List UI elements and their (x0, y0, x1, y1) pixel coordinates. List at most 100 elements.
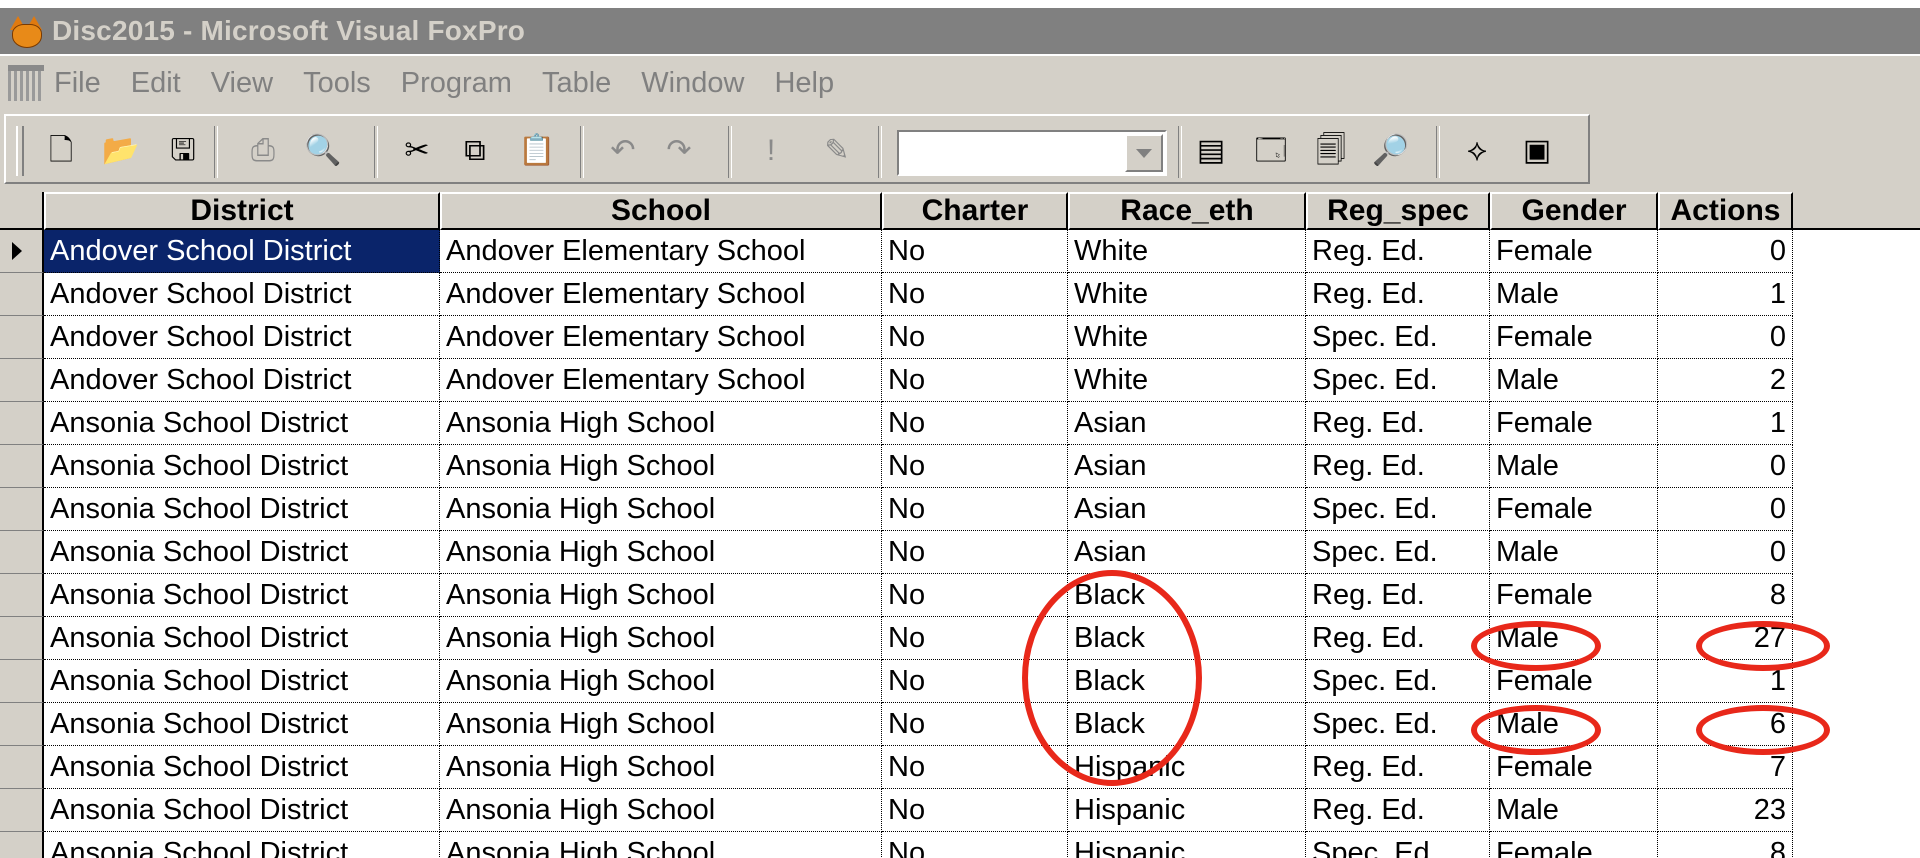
column-header-charter[interactable]: Charter (882, 192, 1068, 230)
paste-icon[interactable]: 📋 (518, 132, 556, 170)
cell-reg-spec[interactable]: Reg. Ed. (1306, 402, 1490, 445)
cell-charter[interactable]: No (882, 230, 1068, 273)
table-row[interactable]: Ansonia School District Ansonia High Scho… (0, 445, 1793, 488)
column-header-race-eth[interactable]: Race_eth (1068, 192, 1306, 230)
copy-icon[interactable]: ⧉ (456, 132, 494, 170)
cell-actions[interactable]: 27 (1658, 617, 1793, 660)
cell-school[interactable]: Ansonia High School (440, 746, 882, 789)
cell-race-eth[interactable]: Hispanic (1068, 789, 1306, 832)
print-preview-icon[interactable]: 🔍 (304, 132, 342, 170)
cell-reg-spec[interactable]: Reg. Ed. (1306, 230, 1490, 273)
cell-district[interactable]: Ansonia School District (44, 617, 440, 660)
menu-view[interactable]: View (211, 67, 273, 100)
column-header-school[interactable]: School (440, 192, 882, 230)
cell-actions[interactable]: 0 (1658, 488, 1793, 531)
cell-charter[interactable]: No (882, 746, 1068, 789)
open-folder-icon[interactable]: 📂 (102, 132, 140, 170)
window-control-icon[interactable] (8, 65, 44, 101)
cell-reg-spec[interactable]: Spec. Ed. (1306, 660, 1490, 703)
cell-reg-spec[interactable]: Reg. Ed. (1306, 574, 1490, 617)
cell-race-eth[interactable]: Asian (1068, 488, 1306, 531)
cell-actions[interactable]: 1 (1658, 660, 1793, 703)
cell-school[interactable]: Ansonia High School (440, 574, 882, 617)
cell-charter[interactable]: No (882, 316, 1068, 359)
cell-school[interactable]: Ansonia High School (440, 617, 882, 660)
row-selector[interactable] (0, 746, 44, 789)
table-row[interactable]: Ansonia School District Ansonia High Scho… (0, 617, 1793, 660)
cut-icon[interactable]: ✂ (398, 132, 436, 170)
menu-help[interactable]: Help (774, 67, 834, 100)
cell-district[interactable]: Ansonia School District (44, 488, 440, 531)
table-row[interactable]: Ansonia School District Ansonia High Scho… (0, 574, 1793, 617)
toolbar-combo-box[interactable] (897, 130, 1167, 176)
cell-actions[interactable]: 0 (1658, 316, 1793, 359)
cell-reg-spec[interactable]: Spec. Ed. (1306, 488, 1490, 531)
cell-gender[interactable]: Male (1490, 445, 1658, 488)
cell-school[interactable]: Ansonia High School (440, 789, 882, 832)
table-row[interactable]: Ansonia School District Ansonia High Scho… (0, 703, 1793, 746)
cell-charter[interactable]: No (882, 617, 1068, 660)
cell-gender[interactable]: Male (1490, 531, 1658, 574)
cell-district[interactable]: Ansonia School District (44, 703, 440, 746)
cell-school[interactable]: Andover Elementary School (440, 273, 882, 316)
menu-file[interactable]: File (54, 67, 101, 100)
cell-district[interactable]: Ansonia School District (44, 660, 440, 703)
cell-charter[interactable]: No (882, 703, 1068, 746)
cell-actions[interactable]: 6 (1658, 703, 1793, 746)
cell-gender[interactable]: Female (1490, 746, 1658, 789)
row-selector[interactable] (0, 445, 44, 488)
cell-gender[interactable]: Female (1490, 574, 1658, 617)
undo-icon[interactable]: ↶ (604, 132, 642, 170)
run-icon[interactable]: ! (752, 132, 790, 170)
cell-reg-spec[interactable]: Reg. Ed. (1306, 746, 1490, 789)
table-row[interactable]: Andover School District Andover Elementar… (0, 230, 1793, 273)
table-row[interactable]: Andover School District Andover Elementar… (0, 359, 1793, 402)
row-selector[interactable] (0, 660, 44, 703)
cell-reg-spec[interactable]: Spec. Ed. (1306, 832, 1490, 858)
new-file-icon[interactable]: 🗋 (42, 132, 80, 170)
cell-charter[interactable]: No (882, 488, 1068, 531)
cell-reg-spec[interactable]: Reg. Ed. (1306, 617, 1490, 660)
table-row[interactable]: Andover School District Andover Elementar… (0, 316, 1793, 359)
cell-school[interactable]: Ansonia High School (440, 488, 882, 531)
row-selector[interactable] (0, 574, 44, 617)
cell-reg-spec[interactable]: Reg. Ed. (1306, 273, 1490, 316)
cell-gender[interactable]: Male (1490, 617, 1658, 660)
class-browser-icon[interactable]: ⟡ (1458, 132, 1496, 170)
cell-reg-spec[interactable]: Spec. Ed. (1306, 359, 1490, 402)
row-selector[interactable] (0, 703, 44, 746)
table-row[interactable]: Ansonia School District Ansonia High Scho… (0, 746, 1793, 789)
modify-form-icon[interactable]: ✎ (818, 132, 856, 170)
cell-race-eth[interactable]: White (1068, 359, 1306, 402)
component-gallery-icon[interactable]: ▣ (1518, 132, 1556, 170)
cell-charter[interactable]: No (882, 531, 1068, 574)
cell-race-eth[interactable]: Black (1068, 660, 1306, 703)
cell-school[interactable]: Ansonia High School (440, 660, 882, 703)
row-selector[interactable] (0, 617, 44, 660)
combo-dropdown-button[interactable] (1125, 134, 1163, 172)
cell-school[interactable]: Andover Elementary School (440, 359, 882, 402)
cell-district[interactable]: Andover School District (44, 273, 440, 316)
cell-charter[interactable]: No (882, 445, 1068, 488)
cell-district[interactable]: Andover School District (44, 316, 440, 359)
column-header-reg-spec[interactable]: Reg_spec (1306, 192, 1490, 230)
command-window-icon[interactable]: ▤ (1192, 132, 1230, 170)
cell-actions[interactable]: 1 (1658, 402, 1793, 445)
cell-race-eth[interactable]: Asian (1068, 445, 1306, 488)
cell-district[interactable]: Ansonia School District (44, 832, 440, 858)
cell-actions[interactable]: 0 (1658, 531, 1793, 574)
cell-gender[interactable]: Male (1490, 789, 1658, 832)
row-selector[interactable] (0, 359, 44, 402)
cell-school[interactable]: Ansonia High School (440, 832, 882, 858)
cell-gender[interactable]: Female (1490, 660, 1658, 703)
menu-program[interactable]: Program (401, 67, 512, 100)
cell-school[interactable]: Ansonia High School (440, 531, 882, 574)
table-row[interactable]: Andover School District Andover Elementar… (0, 273, 1793, 316)
cell-charter[interactable]: No (882, 273, 1068, 316)
row-selector[interactable] (0, 230, 44, 273)
cell-reg-spec[interactable]: Spec. Ed. (1306, 703, 1490, 746)
cell-charter[interactable]: No (882, 832, 1068, 858)
title-bar[interactable]: Disc2015 - Microsoft Visual FoxPro (0, 8, 1920, 54)
row-selector[interactable] (0, 273, 44, 316)
cell-school[interactable]: Andover Elementary School (440, 230, 882, 273)
